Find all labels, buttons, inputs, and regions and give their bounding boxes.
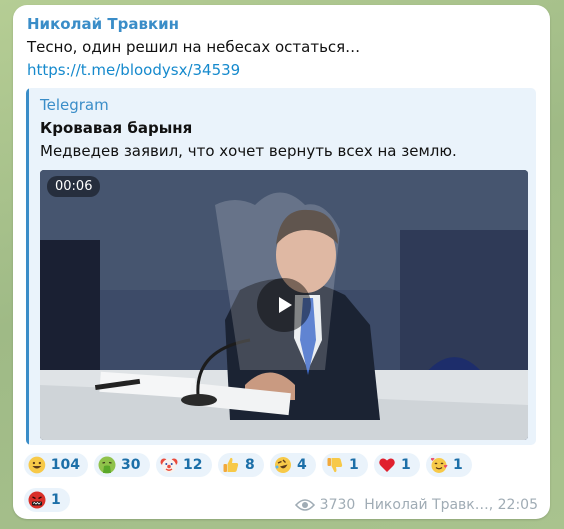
eye-icon: [294, 499, 315, 511]
message-meta: 3730 Николай Травк…, 22:05: [294, 497, 538, 513]
smiling-face-with-hearts-icon: [430, 457, 448, 473]
reaction-vomiting[interactable]: 30: [94, 453, 150, 477]
reaction-count: 1: [51, 492, 61, 508]
reaction-count: 1: [453, 457, 463, 473]
vomiting-face-icon: [98, 456, 116, 474]
thumbs-up-icon: [223, 457, 239, 472]
reaction-count: 30: [121, 457, 141, 473]
reaction-count: 4: [297, 457, 307, 473]
play-button[interactable]: [257, 278, 311, 332]
cursing-face-icon: [28, 491, 46, 509]
reaction-thumbs-up[interactable]: 8: [218, 453, 264, 477]
rofl-face-icon: [275, 457, 291, 473]
post-signature-time: Николай Травк…, 22:05: [364, 497, 538, 513]
reaction-count: 1: [349, 457, 359, 473]
reaction-hearts-face[interactable]: 1: [426, 453, 472, 477]
preview-accent-bar: [26, 88, 29, 445]
reaction-heart[interactable]: 1: [374, 453, 420, 477]
preview-description: Медведев заявил, что хочет вернуть всех …: [40, 142, 457, 160]
reaction-grinning[interactable]: 104: [24, 453, 88, 477]
reaction-thumbs-down[interactable]: 1: [322, 453, 368, 477]
reaction-rofl[interactable]: 4: [270, 453, 316, 477]
author-name[interactable]: Николай Травкин: [27, 15, 179, 33]
reaction-count: 8: [245, 457, 255, 473]
reaction-clown[interactable]: 12: [156, 453, 212, 477]
reaction-count: 104: [50, 457, 80, 473]
reaction-cursing[interactable]: 1: [24, 488, 70, 512]
reaction-count: 12: [183, 457, 203, 473]
preview-site-name: Telegram: [40, 96, 109, 114]
grinning-face-icon: [28, 456, 46, 474]
video-duration: 00:06: [47, 176, 101, 197]
red-heart-icon: [379, 458, 395, 472]
view-count: 3730: [319, 497, 356, 513]
play-icon: [279, 297, 292, 313]
message-link[interactable]: https://t.me/bloodysx/34539: [27, 61, 240, 79]
video-thumbnail[interactable]: 00:06: [40, 170, 528, 440]
clown-face-icon: [160, 458, 178, 473]
preview-title: Кровавая барыня: [40, 119, 193, 137]
reaction-count: 1: [401, 457, 411, 473]
message-bubble: Николай Травкин Тесно, один решил на неб…: [13, 5, 550, 519]
message-text: Тесно, один решил на небесах остаться…: [27, 38, 361, 56]
thumbs-down-icon: [327, 458, 343, 473]
link-preview[interactable]: Telegram Кровавая барыня Медведев заявил…: [26, 88, 536, 445]
